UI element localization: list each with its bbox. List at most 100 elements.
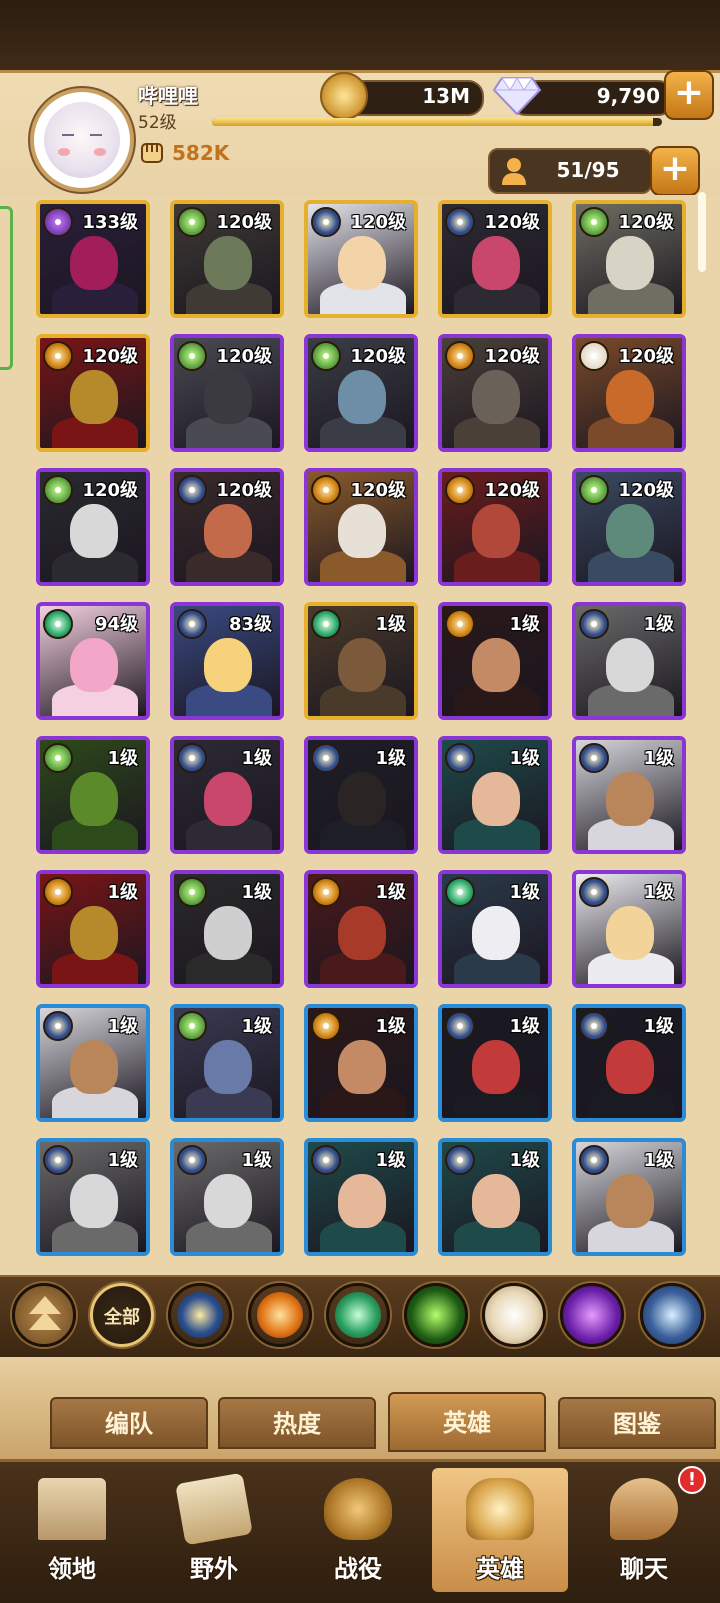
hero-level: 83级	[228, 614, 272, 635]
hero-card[interactable]: 1级	[36, 1138, 150, 1256]
tab-heroes[interactable]: 英雄	[388, 1392, 546, 1452]
tab-popularity[interactable]: 热度	[218, 1397, 376, 1449]
hero-card[interactable]: 1级	[572, 870, 686, 988]
diamond-icon	[492, 77, 542, 116]
celestial-icon[interactable]	[482, 1283, 546, 1347]
mauler-icon[interactable]	[248, 1283, 312, 1347]
hero-card[interactable]: 1级	[304, 736, 418, 854]
hero-card[interactable]: 120级	[438, 200, 552, 318]
wilder-faction-icon	[177, 207, 207, 237]
light-faction-icon	[445, 1011, 475, 1041]
hero-card[interactable]: 1级	[170, 1004, 284, 1122]
hero-card[interactable]: 1级	[572, 1004, 686, 1122]
mauler-faction-icon	[445, 475, 475, 505]
light-faction-icon	[579, 743, 609, 773]
nav-campaign[interactable]: 战役	[290, 1468, 426, 1592]
hero-card[interactable]: 1级	[170, 736, 284, 854]
hero-level: 1级	[643, 1150, 674, 1171]
hero-level: 120级	[82, 480, 138, 501]
hero-card[interactable]: 1级	[304, 870, 418, 988]
wilder-faction-icon	[177, 341, 207, 371]
hero-card[interactable]: 1级	[572, 1138, 686, 1256]
light-faction-icon	[177, 743, 207, 773]
map-scroll-icon	[175, 1472, 253, 1546]
hero-card[interactable]: 120级	[438, 468, 552, 586]
hero-card[interactable]: 94级	[36, 602, 150, 720]
hero-card[interactable]: 1级	[438, 736, 552, 854]
hero-card[interactable]: 1级	[438, 1004, 552, 1122]
wilder-faction-icon	[579, 475, 609, 505]
dimensional-icon[interactable]	[640, 1283, 704, 1347]
hero-card[interactable]: 1级	[36, 870, 150, 988]
hero-level: 120级	[484, 480, 540, 501]
hero-card[interactable]: 1级	[304, 1004, 418, 1122]
hero-level: 1级	[241, 1150, 272, 1171]
graveborn-icon[interactable]	[404, 1283, 468, 1347]
collapse-arrows-icon[interactable]	[12, 1283, 76, 1347]
scrollbar[interactable]	[698, 192, 706, 272]
chat-notification-badge: !	[678, 1466, 706, 1494]
hero-card[interactable]: 1级	[572, 602, 686, 720]
hero-card[interactable]: 120级	[572, 468, 686, 586]
hero-card[interactable]: 83级	[170, 602, 284, 720]
hero-level: 120级	[618, 480, 674, 501]
hero-level: 133级	[82, 212, 138, 233]
hero-card[interactable]: 1级	[572, 736, 686, 854]
hero-card[interactable]: 1级	[170, 870, 284, 988]
hero-level: 1级	[375, 882, 406, 903]
hero-card[interactable]: 133级	[36, 200, 150, 318]
nav-territory-label: 领地	[48, 1555, 96, 1583]
hero-level: 120级	[82, 346, 138, 367]
hero-card[interactable]: 120级	[572, 200, 686, 318]
hero-card[interactable]: 120级	[304, 200, 418, 318]
nav-heroes[interactable]: 英雄	[432, 1468, 568, 1592]
mauler-faction-icon	[311, 475, 341, 505]
add-diamonds-button[interactable]: +	[664, 70, 714, 120]
wilder-faction-icon	[43, 743, 73, 773]
mauler-faction-icon	[311, 1011, 341, 1041]
hypogean-icon[interactable]	[560, 1283, 624, 1347]
hero-card[interactable]: 120级	[304, 334, 418, 452]
hero-card[interactable]: 120级	[170, 334, 284, 452]
hero-card[interactable]: 1级	[170, 1138, 284, 1256]
expand-slots-button[interactable]: +	[650, 146, 700, 196]
wilder2-faction-icon	[43, 609, 73, 639]
hero-card[interactable]: 1级	[438, 870, 552, 988]
light-faction-icon	[311, 1145, 341, 1175]
hero-level: 1级	[509, 748, 540, 769]
wilder-icon[interactable]	[326, 1283, 390, 1347]
castle-icon	[38, 1478, 106, 1540]
hero-level: 1级	[107, 748, 138, 769]
avatar[interactable]	[30, 88, 134, 192]
lightbearer-icon[interactable]	[168, 1283, 232, 1347]
wilder2-faction-icon	[311, 609, 341, 639]
hero-level: 1级	[509, 882, 540, 903]
hero-level: 94级	[94, 614, 138, 635]
hero-card[interactable]: 1级	[36, 736, 150, 854]
hero-card[interactable]: 120级	[170, 200, 284, 318]
hero-card[interactable]: 120级	[304, 468, 418, 586]
hero-level: 1级	[375, 1150, 406, 1171]
tab-formation[interactable]: 编队	[50, 1397, 208, 1449]
hero-level: 120级	[350, 346, 406, 367]
side-tab[interactable]	[0, 206, 13, 370]
hero-card[interactable]: 1级	[304, 602, 418, 720]
light-faction-icon	[177, 609, 207, 639]
hero-card[interactable]: 120级	[438, 334, 552, 452]
hero-card[interactable]: 1级	[304, 1138, 418, 1256]
hero-card[interactable]: 120级	[36, 468, 150, 586]
hero-card[interactable]: 1级	[438, 602, 552, 720]
hero-card[interactable]: 120级	[572, 334, 686, 452]
light-faction-icon	[311, 207, 341, 237]
hero-card[interactable]: 120级	[170, 468, 284, 586]
hero-level: 1级	[375, 614, 406, 635]
tab-collection[interactable]: 图鉴	[558, 1397, 716, 1449]
nav-territory[interactable]: 领地	[4, 1468, 140, 1592]
hero-level: 120级	[618, 346, 674, 367]
hero-card[interactable]: 1级	[36, 1004, 150, 1122]
nav-wild[interactable]: 野外	[146, 1468, 282, 1592]
chat-bubble-icon	[610, 1478, 678, 1540]
hero-level: 1级	[241, 748, 272, 769]
hero-card[interactable]: 1级	[438, 1138, 552, 1256]
hero-card[interactable]: 120级	[36, 334, 150, 452]
